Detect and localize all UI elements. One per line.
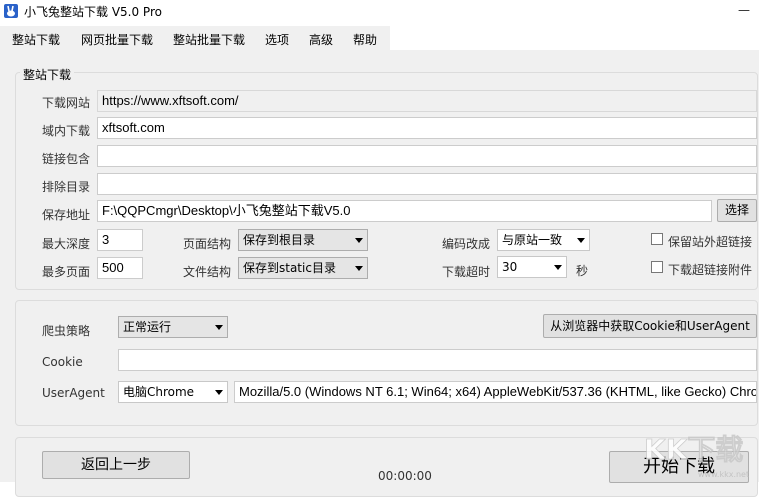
browse-button[interactable]: 选择 [717, 199, 757, 222]
cookie-field[interactable] [118, 349, 757, 371]
menu-options[interactable]: 选项 [265, 31, 289, 48]
menu-bar: 整站下载 网页批量下载 整站批量下载 选项 高级 帮助 [0, 26, 390, 50]
max-pages-field[interactable]: 500 [97, 257, 143, 279]
file-structure-value: 保存到static目录 [243, 261, 336, 275]
minimize-button[interactable]: — [729, 0, 759, 22]
svg-text:KK下载: KK下载 [644, 433, 743, 466]
exclude-field[interactable] [97, 173, 757, 195]
timeout-label: 下载超时 [442, 265, 491, 279]
max-depth-field[interactable]: 3 [97, 229, 143, 251]
crawler-strategy-select[interactable]: 正常运行 [118, 316, 228, 338]
file-structure-select[interactable]: 保存到static目录 [238, 257, 368, 279]
save-path-label: 保存地址 [42, 208, 91, 222]
useragent-field[interactable]: Mozilla/5.0 (Windows NT 6.1; Win64; x64)… [234, 381, 757, 403]
menu-batch-site-download[interactable]: 整站批量下载 [173, 31, 245, 48]
useragent-browser-value: 电脑Chrome [123, 385, 195, 399]
app-rabbit-icon [4, 4, 18, 18]
watermark-logo: KK下载 www.kkx.net [644, 433, 750, 479]
timeout-unit: 秒 [576, 264, 589, 278]
crawler-strategy-value: 正常运行 [123, 320, 172, 334]
svg-text:www.kkx.net: www.kkx.net [698, 470, 749, 479]
menu-advanced[interactable]: 高级 [309, 31, 333, 48]
crawler-strategy-label: 爬虫策略 [42, 324, 91, 338]
timeout-value: 30 [502, 260, 518, 274]
page-structure-label: 页面结构 [183, 237, 232, 251]
timeout-select[interactable]: 30 [497, 256, 567, 278]
useragent-browser-select[interactable]: 电脑Chrome [118, 381, 228, 403]
menu-batch-page-download[interactable]: 网页批量下载 [81, 31, 153, 48]
include-label: 链接包含 [42, 152, 91, 166]
window-title: 小飞兔整站下载 V5.0 Pro [24, 5, 162, 19]
max-pages-label: 最多页面 [42, 265, 91, 279]
encoding-value: 与原站一致 [502, 233, 563, 247]
chevron-down-icon [355, 266, 363, 271]
domain-label: 域内下载 [42, 124, 91, 138]
encoding-select[interactable]: 与原站一致 [497, 229, 590, 251]
download-attachments-checkbox[interactable] [651, 261, 663, 273]
chevron-down-icon [215, 325, 223, 330]
back-button[interactable]: 返回上一步 [42, 451, 190, 479]
useragent-label: UserAgent [42, 386, 105, 400]
page-structure-value: 保存到根目录 [243, 233, 316, 247]
download-url-label: 下载网站 [42, 96, 91, 110]
chevron-down-icon [554, 265, 562, 270]
exclude-label: 排除目录 [42, 180, 91, 194]
get-cookie-button[interactable]: 从浏览器中获取Cookie和UserAgent [543, 314, 757, 338]
max-depth-label: 最大深度 [42, 237, 91, 251]
keep-external-links-label: 保留站外超链接 [668, 235, 753, 249]
include-field[interactable] [97, 145, 757, 167]
title-bar: 小飞兔整站下载 V5.0 Pro — [0, 0, 759, 22]
chevron-down-icon [577, 238, 585, 243]
save-path-field[interactable]: F:\QQPCmgr\Desktop\小飞兔整站下载V5.0 [97, 200, 712, 222]
chevron-down-icon [215, 390, 223, 395]
cookie-label: Cookie [42, 355, 83, 369]
elapsed-timer: 00:00:00 [378, 469, 432, 483]
file-structure-label: 文件结构 [183, 265, 232, 279]
site-download-group-title: 整站下载 [20, 66, 75, 83]
menu-site-download[interactable]: 整站下载 [12, 31, 60, 48]
keep-external-links-checkbox[interactable] [651, 233, 663, 245]
page-structure-select[interactable]: 保存到根目录 [238, 229, 368, 251]
download-url-field[interactable]: https://www.xftsoft.com/ [97, 90, 757, 112]
download-attachments-label: 下载超链接附件 [668, 263, 753, 277]
encoding-label: 编码改成 [442, 237, 491, 251]
menu-help[interactable]: 帮助 [353, 31, 377, 48]
chevron-down-icon [355, 238, 363, 243]
domain-field[interactable]: xftsoft.com [97, 117, 757, 139]
